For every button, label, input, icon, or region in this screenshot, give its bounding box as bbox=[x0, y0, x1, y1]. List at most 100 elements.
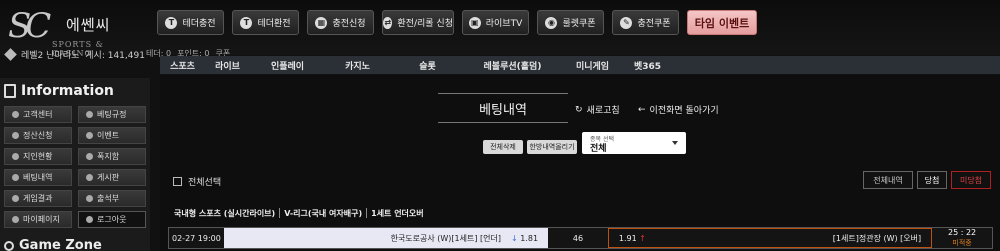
sidebar-item-support[interactable]: 고객센터 bbox=[4, 106, 72, 123]
attendance-icon bbox=[86, 195, 93, 202]
time-event-label: 타임 이벤트 bbox=[694, 16, 750, 30]
divider bbox=[279, 208, 281, 218]
back-label: 이전화면 돌아가기 bbox=[649, 106, 719, 116]
sidebar-item-label: 베팅규정 bbox=[97, 110, 127, 119]
select-all-label: 전체선택 bbox=[188, 178, 222, 188]
bet-date: 02-27 19:00 bbox=[172, 233, 221, 243]
logo-letters: SC bbox=[8, 6, 51, 46]
live-tv-button[interactable]: ▣ 라이브TV bbox=[462, 10, 529, 35]
coupon-icon: ✎ bbox=[620, 16, 633, 29]
user-cash: 게시: 141,491 bbox=[85, 50, 145, 61]
bet-row: 02-27 19:00 한국도로공사 (W)[1세트] [언더] ↓ 1.81 … bbox=[168, 227, 993, 249]
select-all-checkbox[interactable]: 전체선택 bbox=[173, 175, 221, 188]
logout-icon bbox=[86, 216, 93, 223]
refresh-button[interactable]: ↻ 새로고침 bbox=[575, 103, 620, 117]
info-icon bbox=[4, 84, 16, 98]
checkbox-box[interactable] bbox=[173, 177, 182, 186]
refresh-icon: ↻ bbox=[575, 104, 583, 115]
menu-live[interactable]: 라이브 bbox=[205, 59, 250, 72]
status-badge: 미적중 bbox=[952, 239, 972, 247]
level-icon bbox=[4, 47, 17, 61]
sidebar-item-logout[interactable]: 로그아웃 bbox=[78, 211, 146, 228]
home-selection: 한국도로공사 (W)[1세트] [언더] ↓ 1.81 bbox=[223, 228, 549, 248]
user-info-bar: 레벨2 난마리노 게시: 141,491 bbox=[0, 44, 160, 64]
sidebar-menu: 고객센터 베팅규정 정산신청 이벤트 지인현황 폭지함 베팅내역 게시판 게임결… bbox=[4, 106, 148, 228]
sidebar-item-settlement[interactable]: 정산신청 bbox=[4, 127, 72, 144]
delete-all-button[interactable]: 전체삭제 bbox=[483, 140, 523, 154]
sidebar-item-mypage[interactable]: 마이페이지 bbox=[4, 211, 72, 228]
exchange-icon: ⇄ bbox=[383, 16, 393, 29]
tether-charge-label: 테더충전 bbox=[182, 19, 216, 29]
tether-icon: T bbox=[240, 16, 253, 29]
time-event-button[interactable]: 타임 이벤트 bbox=[687, 10, 757, 35]
menu-inplay[interactable]: 인플레이 bbox=[250, 59, 325, 72]
sidebar-item-label: 지인현황 bbox=[23, 152, 53, 161]
menu-sports[interactable]: 스포츠 bbox=[160, 59, 205, 72]
arrow-left-icon: ← bbox=[638, 104, 646, 115]
menu-casino[interactable]: 카지노 bbox=[325, 59, 390, 72]
sidebar-item-board[interactable]: 게시판 bbox=[78, 169, 146, 186]
menu-slot[interactable]: 슬롯 bbox=[390, 59, 465, 72]
upload-history-button[interactable]: 한방내역올리기 bbox=[527, 140, 577, 154]
exchange-request-button[interactable]: ⇄ 환전/리롤 신청 bbox=[382, 10, 454, 35]
support-icon bbox=[12, 111, 19, 118]
charge-request-label: 충전신청 bbox=[332, 19, 366, 29]
sidebar-item-label: 게임결과 bbox=[23, 194, 53, 203]
back-button[interactable]: ← 이전화면 돌아가기 bbox=[638, 103, 719, 117]
sport-select-value: 전체 bbox=[590, 144, 607, 154]
filter-win-button[interactable]: 당첨 bbox=[917, 171, 947, 189]
sidebar-item-label: 로그아웃 bbox=[97, 215, 127, 224]
board-icon bbox=[86, 174, 93, 181]
menu-bet365[interactable]: 벳365 bbox=[625, 59, 670, 72]
charge-request-button[interactable]: ▦ 충전신청 bbox=[307, 10, 374, 35]
sidebar-item-attendance[interactable]: 출석부 bbox=[78, 190, 146, 207]
game-zone-text: Game Zone bbox=[19, 238, 102, 251]
filter-all-button[interactable]: 전체내역 bbox=[863, 171, 913, 189]
sport-select[interactable]: 종목 선택 전체 bbox=[582, 132, 686, 154]
sidebar-item-label: 고객센터 bbox=[23, 110, 53, 119]
roulette-coupon-button[interactable]: ◉ 룰렛쿠폰 bbox=[537, 10, 604, 35]
home-team: 한국도로공사 (W)[1세트] [언더] bbox=[390, 233, 501, 243]
league-sport: 국내형 스포츠 (실시간라이브) bbox=[174, 209, 276, 218]
bank-icon: ▦ bbox=[315, 16, 328, 29]
away-team: [1세트]정관장 (W) [오버] bbox=[832, 233, 922, 243]
tether-exchange-button[interactable]: T 테더환전 bbox=[232, 10, 299, 35]
bet-market: 1세트 언더오버 bbox=[371, 209, 424, 218]
history-icon bbox=[12, 174, 19, 181]
sidebar: Information 고객센터 베팅규정 정산신청 이벤트 지인현황 폭지함 … bbox=[0, 78, 150, 251]
sidebar-item-referral[interactable]: 지인현황 bbox=[4, 148, 72, 165]
sidebar-item-event[interactable]: 이벤트 bbox=[78, 127, 146, 144]
score-cell: 25 : 22 미적중 bbox=[932, 228, 992, 248]
menu-minigame[interactable]: 미니게임 bbox=[560, 59, 625, 72]
sidebar-item-messages[interactable]: 폭지함 bbox=[78, 148, 146, 165]
charge-coupon-button[interactable]: ✎ 충전쿠폰 bbox=[612, 10, 679, 35]
sidebar-item-label: 출석부 bbox=[97, 194, 120, 203]
tv-icon: ▣ bbox=[468, 16, 481, 29]
refresh-label: 새로고침 bbox=[586, 106, 620, 116]
home-odds-group: ↓ 1.81 bbox=[511, 234, 538, 243]
sidebar-item-results[interactable]: 게임결과 bbox=[4, 190, 72, 207]
event-icon bbox=[86, 132, 93, 139]
filter-lose-button[interactable]: 미당첨 bbox=[951, 171, 991, 189]
sidebar-item-label: 마이페이지 bbox=[23, 215, 60, 224]
tether-icon: T bbox=[165, 16, 178, 29]
divider bbox=[366, 208, 368, 218]
sidebar-title-text: Information bbox=[21, 83, 114, 99]
sidebar-item-label: 게시판 bbox=[97, 173, 120, 182]
league-header: 국내형 스포츠 (실시간라이브) V-리그(국내 여자배구) 1세트 언더오버 bbox=[174, 208, 424, 219]
tether-exchange-label: 테더환전 bbox=[257, 19, 291, 29]
exchange-request-label: 환전/리롤 신청 bbox=[397, 19, 453, 29]
referral-icon bbox=[12, 153, 19, 160]
menu-revolution[interactable]: 레볼루션(홀덤) bbox=[465, 59, 560, 72]
league-name: V-리그(국내 여자배구) bbox=[284, 209, 363, 218]
logo-name: 에쎈씨 bbox=[66, 16, 111, 34]
sidebar-item-label: 베팅내역 bbox=[23, 173, 53, 182]
away-odds-group: 1.91 ↑ bbox=[619, 234, 646, 243]
sidebar-item-bet-history[interactable]: 베팅내역 bbox=[4, 169, 72, 186]
draw-value: 46 bbox=[572, 233, 584, 243]
tether-charge-button[interactable]: T 테더충전 bbox=[157, 10, 224, 35]
page-title: 베팅내역 bbox=[438, 93, 568, 123]
game-zone-title: Game Zone bbox=[4, 238, 102, 251]
sidebar-item-rules[interactable]: 베팅규정 bbox=[78, 106, 146, 123]
game-icon bbox=[4, 240, 14, 251]
